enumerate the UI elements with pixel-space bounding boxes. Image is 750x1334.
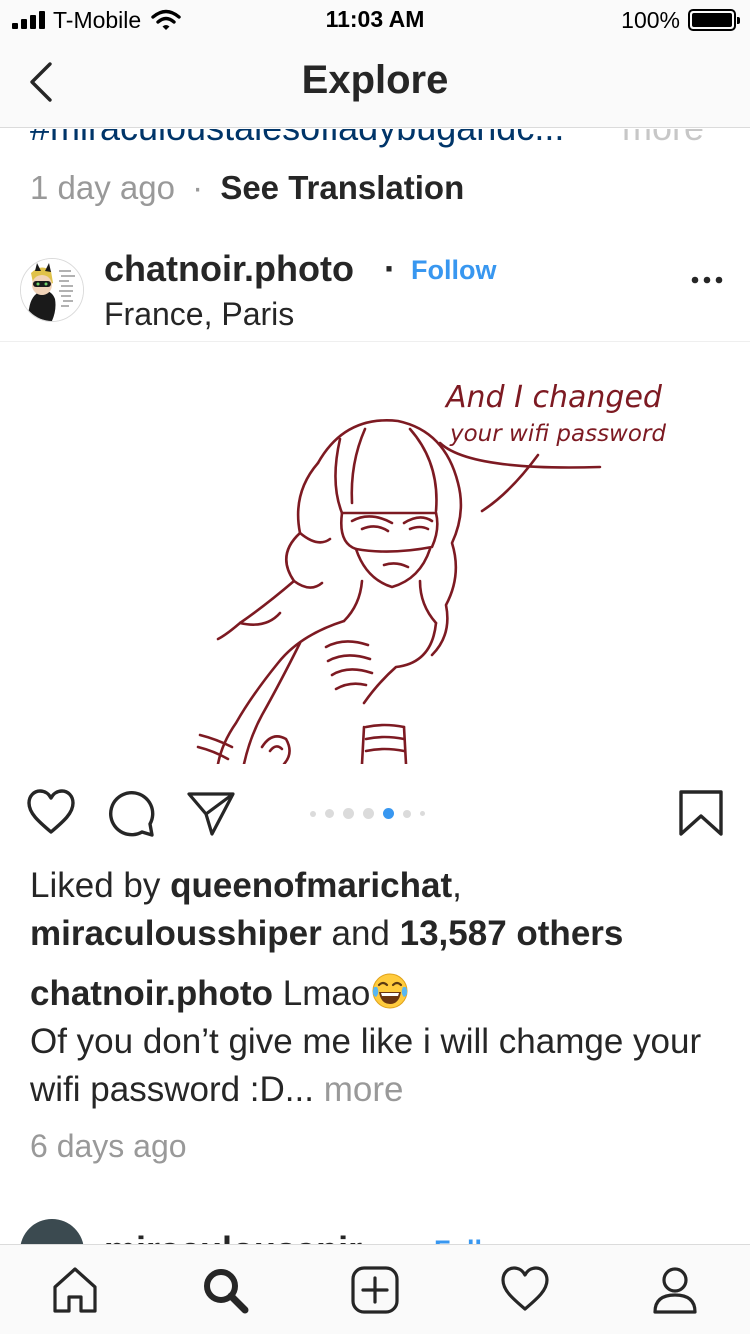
search-icon[interactable] [200, 1265, 250, 1315]
share-icon[interactable] [186, 788, 236, 838]
tears-of-joy-emoji [372, 973, 408, 1009]
previous-more-link[interactable]: more [622, 129, 704, 149]
carousel-indicator [310, 808, 425, 819]
add-post-icon[interactable] [350, 1265, 400, 1315]
likes-and: and [321, 914, 400, 953]
post-header: chatnoir.photo · Follow France, Paris [0, 240, 750, 342]
status-bar: T-Mobile 11:03 AM 100% [0, 0, 750, 40]
heart-icon[interactable] [26, 788, 76, 838]
activity-heart-icon[interactable] [500, 1265, 550, 1315]
bookmark-icon[interactable] [676, 788, 726, 838]
caption-text: Lmao [273, 974, 371, 1013]
liked-by-label: Liked by [30, 866, 171, 905]
post-illustration: And I changed your wifi password [196, 380, 666, 766]
post-caption: chatnoir.photo Lmao Of you don’t give me… [30, 970, 730, 1114]
carousel-dot [363, 808, 374, 819]
header-separator: · [384, 248, 396, 289]
liker-link[interactable]: queenofmarichat [170, 866, 452, 905]
follow-button[interactable]: Follow [411, 255, 496, 286]
others-count-link[interactable]: 13,587 others [400, 914, 624, 953]
avatar[interactable] [20, 1219, 84, 1245]
post-timestamp: 6 days ago [30, 1128, 187, 1164]
carousel-dot [420, 811, 425, 816]
caption-more-link[interactable]: more [314, 1070, 404, 1109]
avatar-image [21, 259, 83, 321]
comment-icon[interactable] [106, 788, 156, 838]
page-title: Explore [301, 58, 449, 102]
avatar[interactable] [20, 258, 84, 322]
next-post-username[interactable]: miraculousapir [104, 1229, 362, 1245]
carousel-dot [343, 808, 354, 819]
post-username[interactable]: chatnoir.photo [104, 248, 354, 290]
previous-separator: · [192, 169, 204, 206]
home-icon[interactable] [50, 1265, 100, 1315]
carousel-dot [310, 810, 316, 817]
carousel-dot-active [383, 808, 394, 819]
profile-icon[interactable] [650, 1265, 700, 1315]
battery-icon [688, 9, 740, 31]
previous-time-ago: 1 day ago [30, 169, 175, 206]
post-location[interactable]: France, Paris [104, 296, 294, 333]
nav-bar: Explore [0, 40, 750, 128]
see-translation-link[interactable]: See Translation [220, 169, 464, 206]
likes-comma: , [452, 866, 462, 905]
liker-link[interactable]: miraculousshiper [30, 914, 322, 953]
more-icon[interactable] [690, 270, 724, 290]
status-right: 100% [621, 6, 740, 34]
likes-summary: Liked by queenofmarichat, miraculousship… [30, 862, 730, 958]
drawing-text-line-1: And I changed [444, 380, 663, 415]
drawing-text-line-2: your wifi password [449, 421, 666, 447]
carousel-dot [325, 809, 334, 818]
carousel-dot [403, 809, 411, 818]
previous-post-tail: #miraculoustalesofladybugandc... more 1 … [0, 129, 750, 229]
post-actions [0, 780, 750, 844]
tab-bar [0, 1244, 750, 1334]
next-post-peek: miraculousapir Follow [0, 1195, 750, 1245]
post-image[interactable]: And I changed your wifi password [0, 343, 750, 766]
battery-percent: 100% [621, 6, 680, 33]
previous-meta: 1 day ago · See Translation [30, 169, 464, 207]
caption-username[interactable]: chatnoir.photo [30, 974, 273, 1013]
previous-hashtag[interactable]: #miraculoustalesofladybugandc... [30, 129, 564, 149]
